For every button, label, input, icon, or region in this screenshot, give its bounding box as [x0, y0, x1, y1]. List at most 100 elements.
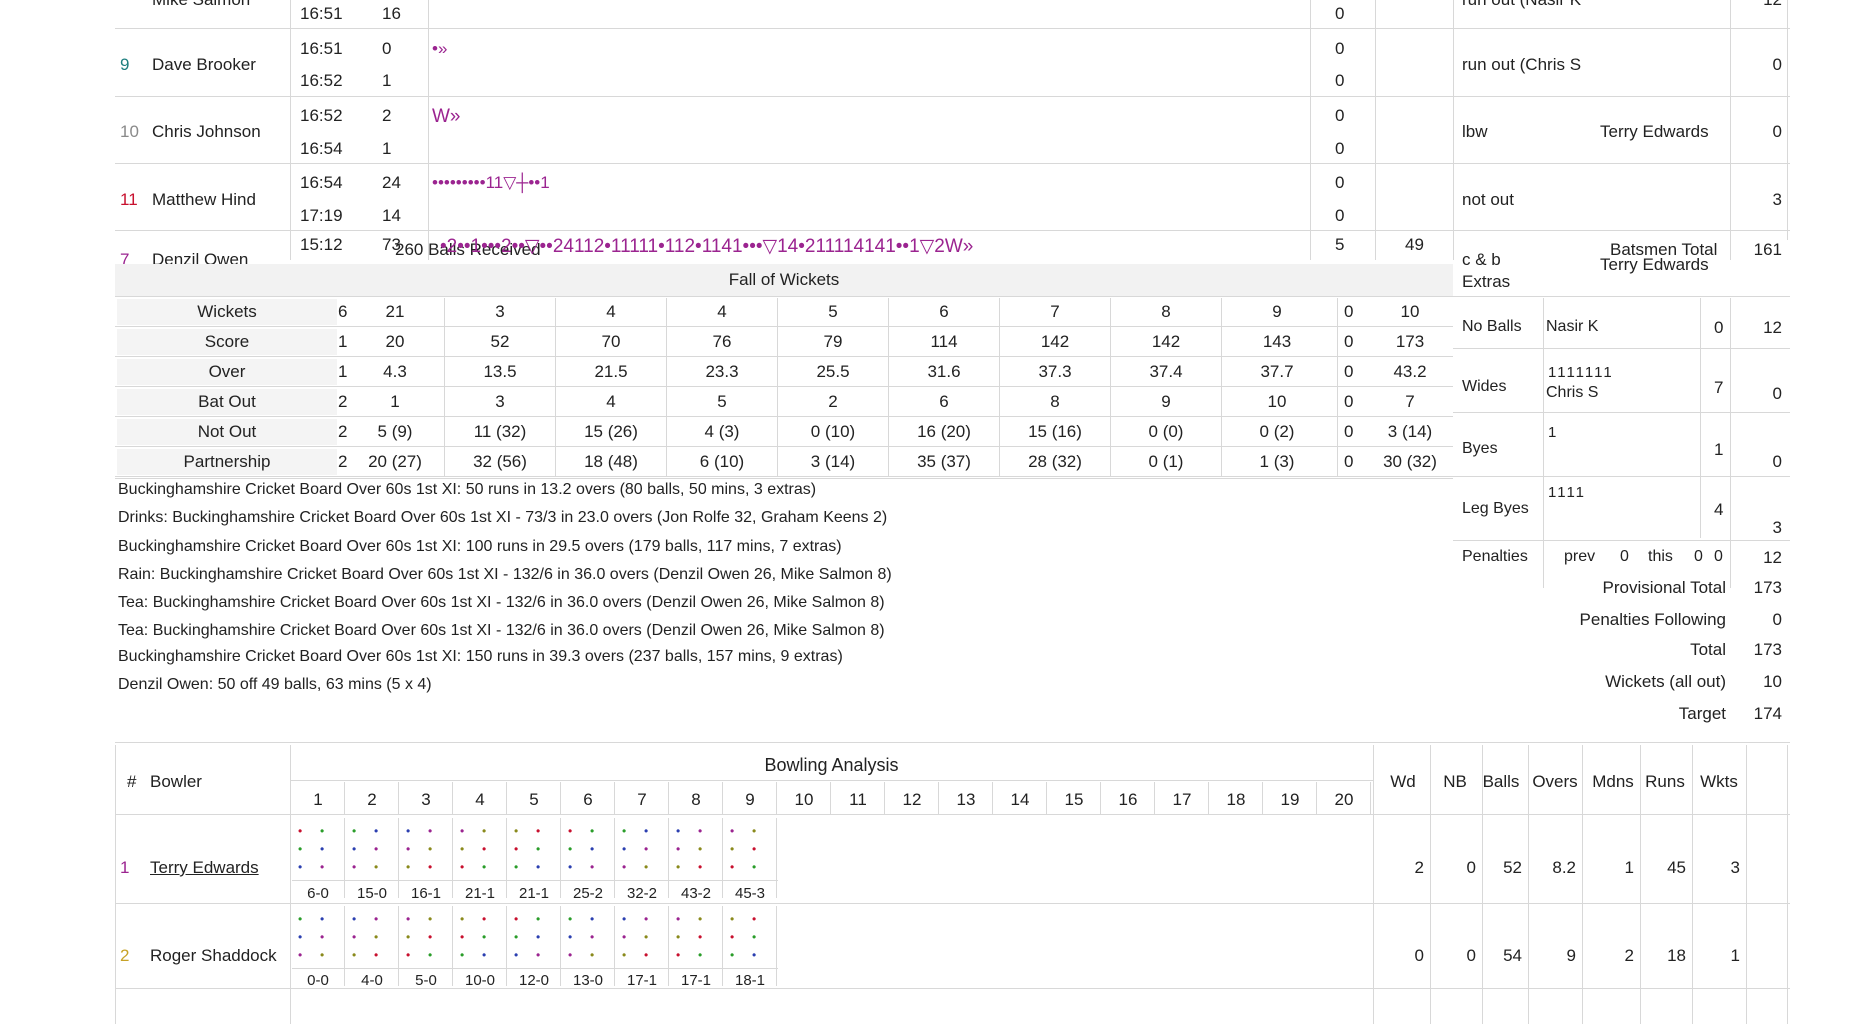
ball-mark: • [730, 842, 735, 856]
commentary-line: Tea: Buckinghamshire Cricket Board Over … [118, 594, 885, 611]
ball-mark: • [622, 842, 627, 856]
fow-cell: 20 (27) [368, 452, 422, 471]
ball-mark: • [460, 842, 465, 856]
time-out: 16:52 [300, 71, 343, 90]
ball-mark: • [482, 930, 487, 944]
ball-mark: • [730, 824, 735, 838]
ball-mark: • [644, 860, 649, 874]
ball-by-ball: •••••••••11▽┼••1 [432, 173, 550, 192]
batsman-name[interactable]: Chris Johnson [152, 122, 261, 142]
penalties-this-value[interactable]: 0 [1694, 548, 1703, 566]
batsman-name[interactable]: Dave Brooker [152, 55, 256, 75]
fow-cell: 20 [385, 332, 405, 351]
ball-mark: • [298, 930, 303, 944]
extras-total: 0 [1772, 452, 1782, 471]
ball-mark: • [406, 930, 411, 944]
runs: 24 [382, 173, 401, 192]
over-total: 25-2 [572, 885, 604, 902]
ball-mark: • [590, 912, 595, 926]
fow-cell: 142 [1151, 332, 1181, 351]
ball-mark: • [698, 912, 703, 926]
batsmen-total: 161 [1753, 240, 1782, 259]
ball-mark: • [514, 948, 519, 962]
ball-mark: • [536, 948, 541, 962]
ball-mark: • [676, 824, 681, 838]
fow-cell: 37.7 [1260, 362, 1294, 381]
ball-mark: • [752, 948, 757, 962]
fow-cell: 9 [1272, 302, 1282, 321]
over-header: 16 [1118, 790, 1138, 809]
batsman-number: 11 [120, 190, 138, 209]
ball-mark: • [298, 824, 303, 838]
fow-cell: 31.6 [927, 362, 961, 381]
extras-count: 1 [1714, 440, 1724, 459]
ball-mark: • [374, 912, 379, 926]
fow-cell: 35 (37) [917, 452, 971, 471]
fow-cell: 2 [828, 392, 838, 411]
fow-cell: 16 (20) [917, 422, 971, 441]
ball-by-ball: •» [432, 39, 448, 58]
fow-label-bat-out: Bat Out [117, 389, 337, 415]
fow-cell: 0 [1344, 452, 1354, 471]
fow-cell: 0 [1344, 362, 1354, 381]
ball-mark: • [482, 860, 487, 874]
fow-cell: 4 [606, 392, 616, 411]
ball-mark: • [298, 948, 303, 962]
ball-mark: • [752, 912, 757, 926]
how-out: not out [1462, 190, 1514, 209]
total-label: Total [1690, 640, 1726, 659]
how-out: run out (Nasir K [1462, 0, 1581, 10]
provisional-total: 173 [1753, 578, 1782, 597]
ball-mark: • [374, 930, 379, 944]
ball-mark: • [460, 948, 465, 962]
balls: 49 [1405, 235, 1424, 254]
ball-mark: • [730, 860, 735, 874]
commentary-line: Buckinghamshire Cricket Board Over 60s 1… [118, 481, 817, 498]
ball-mark: • [428, 842, 433, 856]
ball-by-ball: •2••1•••2••▽••24112•11111•112•1141•••▽14… [440, 236, 974, 257]
ball-mark: • [460, 824, 465, 838]
extras-total: 12 [1763, 318, 1782, 337]
ball-mark: • [320, 912, 325, 926]
penalties-prev-value[interactable]: 0 [1620, 548, 1629, 566]
fow-cell: 7 [1050, 302, 1060, 321]
ball-mark: • [568, 842, 573, 856]
balls: 14 [382, 206, 401, 225]
fow-cell: 0 [1344, 302, 1354, 321]
batsman-name[interactable]: Matthew Hind [152, 190, 256, 210]
over-header: 14 [1010, 790, 1030, 809]
ball-mark: • [698, 948, 703, 962]
bowler-header: Bowler [150, 772, 202, 791]
over-header: 12 [902, 790, 922, 809]
target-value: 174 [1753, 704, 1782, 723]
over-total: 0-0 [307, 972, 329, 989]
ball-mark: • [406, 912, 411, 926]
fours: 0 [1335, 39, 1345, 58]
ball-mark: • [730, 930, 735, 944]
ball-mark: • [406, 824, 411, 838]
fow-cell: 1 (3) [1259, 452, 1295, 471]
bowler-name[interactable]: Terry Edwards [150, 858, 259, 878]
extras-who: Nasir K [1546, 318, 1599, 335]
fow-cell: 5 (9) [377, 422, 413, 441]
fow-cell: 0 (2) [1259, 422, 1295, 441]
fow-cell: 0 [1344, 332, 1354, 351]
penalties-total: 12 [1763, 548, 1782, 567]
extras-detail: 1 [1548, 424, 1557, 441]
penalties-count: 0 [1714, 548, 1723, 565]
stat-header: Wd [1390, 772, 1416, 791]
fow-cell: 2 [338, 392, 348, 411]
over-total: 18-1 [734, 972, 766, 989]
commentary-line: Tea: Buckinghamshire Cricket Board Over … [118, 622, 885, 639]
fow-cell: 2 [338, 452, 348, 471]
over-header: 3 [421, 790, 431, 809]
ball-mark: • [730, 912, 735, 926]
ball-mark: • [752, 842, 757, 856]
fow-cell: 9 [1161, 392, 1171, 411]
over-total: 17-1 [680, 972, 712, 989]
fow-label-over: Over [117, 359, 337, 385]
ball-mark: • [482, 912, 487, 926]
bowler-name[interactable]: Roger Shaddock [150, 946, 277, 966]
ball-mark: • [622, 930, 627, 944]
over-total: 21-1 [518, 885, 550, 902]
